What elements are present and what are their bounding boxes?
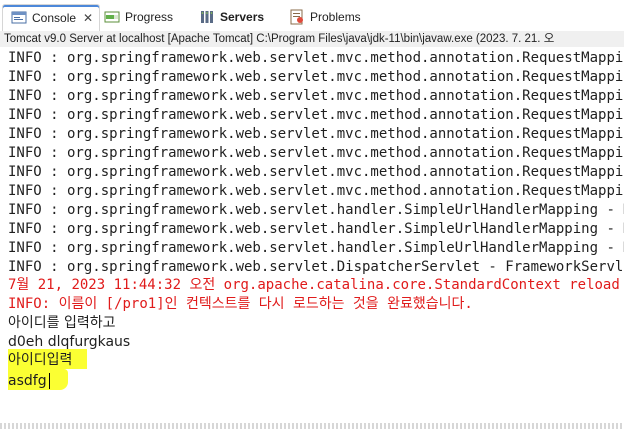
error-log-line: 7월 21, 2023 11:44:32 오전 org.apache.catal… [8,277,620,293]
console-output-line: d0eh dlqfurgkaus [8,334,131,350]
tab-console-label: Console [32,11,77,25]
tab-console[interactable]: Console ✕ [2,4,101,32]
log-line: INFO : org.springframework.web.servlet.m… [8,183,624,199]
log-line: INFO : org.springframework.web.servlet.m… [8,88,624,104]
log-line: INFO : org.springframework.web.servlet.h… [8,221,624,237]
console-icon [11,10,27,26]
progress-icon [104,9,120,25]
tab-problems[interactable]: Problems [289,4,361,30]
console-output-line: 아이디입력 [8,352,73,368]
log-line: INFO : org.springframework.web.servlet.h… [8,202,624,218]
log-line: INFO : org.springframework.web.servlet.m… [8,164,624,180]
text-caret [49,373,50,389]
console-output[interactable]: INFO : org.springframework.web.servlet.m… [0,47,624,429]
log-line: INFO : org.springframework.web.servlet.m… [8,107,624,123]
log-line: INFO : org.springframework.web.servlet.D… [8,259,624,275]
horizontal-scrollbar[interactable] [0,423,624,429]
tab-servers-label: Servers [220,10,265,24]
tab-progress[interactable]: Progress [104,4,173,30]
log-line: INFO : org.springframework.web.servlet.m… [8,145,624,161]
log-line: INFO : org.springframework.web.servlet.h… [8,240,624,256]
log-line: INFO : org.springframework.web.servlet.m… [8,126,624,142]
process-status-line: Tomcat v9.0 Server at localhost [Apache … [0,31,624,47]
log-line: INFO : org.springframework.web.servlet.m… [8,50,624,66]
servers-icon [199,9,215,25]
error-log-line: INFO: 이름이 [/pro1]인 컨텍스트를 다시 로드하는 것을 완료했습… [8,296,473,312]
console-view: Console ✕ Progress Servers Problems Tomc… [0,0,624,429]
console-output-line: 아이디를 입력하고 [8,315,116,331]
close-icon[interactable]: ✕ [83,11,93,25]
tab-progress-label: Progress [125,10,174,24]
view-tab-bar: Console ✕ Progress Servers Problems [0,0,624,32]
problems-icon [289,9,305,25]
tab-servers[interactable]: Servers [199,4,264,30]
tab-problems-label: Problems [310,10,361,24]
log-line: INFO : org.springframework.web.servlet.m… [8,69,624,85]
console-input-line[interactable]: asdfg [8,372,47,391]
